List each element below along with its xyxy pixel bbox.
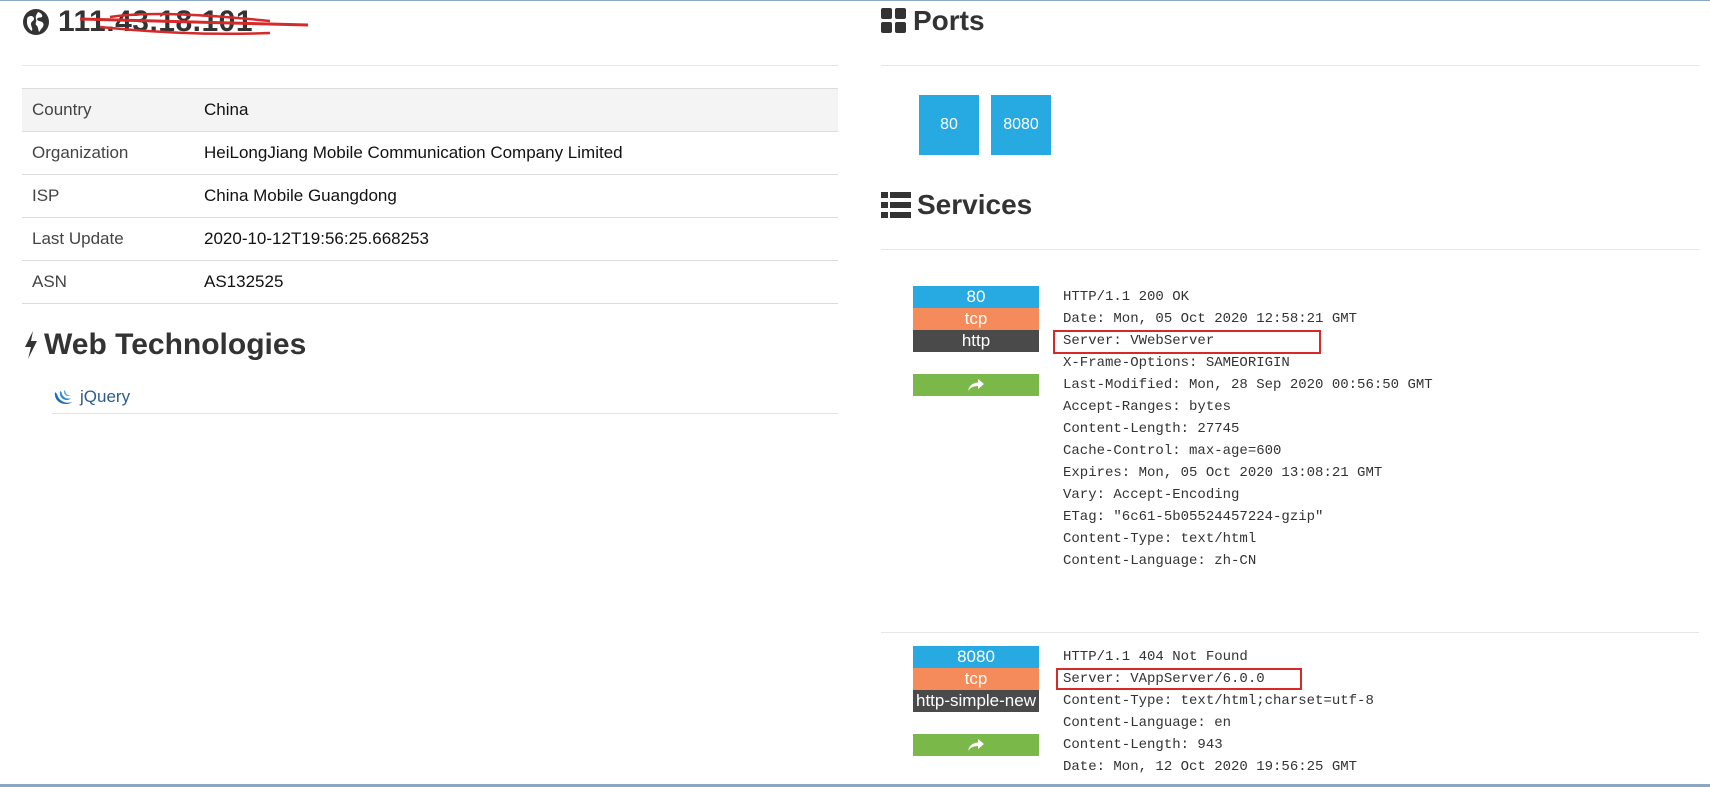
divider bbox=[881, 249, 1699, 250]
grid-icon bbox=[881, 8, 906, 33]
service-80-labels: 80 tcp http bbox=[913, 286, 1039, 396]
info-value: 2020-10-12T19:56:25.668253 bbox=[194, 217, 838, 261]
banner-line: X-Frame-Options: SAMEORIGIN bbox=[1063, 355, 1290, 371]
banner-line: Accept-Ranges: bytes bbox=[1063, 399, 1232, 415]
info-key: ISP bbox=[22, 174, 194, 218]
web-technologies-heading: Web Technologies bbox=[22, 325, 306, 365]
service-port-badge: 8080 bbox=[913, 646, 1039, 668]
list-icon bbox=[881, 192, 911, 218]
divider bbox=[881, 632, 1699, 633]
info-value: HeiLongJiang Mobile Communication Compan… bbox=[194, 131, 838, 175]
divider bbox=[22, 65, 838, 66]
table-row: Last Update 2020-10-12T19:56:25.668253 bbox=[22, 217, 838, 261]
info-key: Country bbox=[22, 88, 194, 132]
service-module-badge: http-simple-new bbox=[913, 690, 1039, 712]
banner-line: Date: Mon, 12 Oct 2020 19:56:25 GMT bbox=[1063, 759, 1358, 775]
ports-heading: Ports bbox=[881, 1, 985, 41]
info-key: ASN bbox=[22, 260, 194, 304]
share-button[interactable] bbox=[913, 374, 1039, 396]
info-key: Last Update bbox=[22, 217, 194, 261]
banner-line: Content-Language: zh-CN bbox=[1063, 553, 1257, 569]
banner-line: Vary: Accept-Encoding bbox=[1063, 487, 1240, 503]
banner-line: Last-Modified: Mon, 28 Sep 2020 00:56:50… bbox=[1063, 377, 1433, 393]
highlight-box bbox=[1053, 330, 1321, 354]
jquery-icon bbox=[54, 390, 72, 404]
banner-line: HTTP/1.1 404 Not Found bbox=[1063, 649, 1248, 665]
port-8080-button[interactable]: 8080 bbox=[991, 95, 1051, 155]
section-title: Web Technologies bbox=[44, 328, 307, 361]
banner-line: ETag: "6c61-5b05524457224-gzip" bbox=[1063, 509, 1324, 525]
table-row: Country China bbox=[22, 88, 838, 132]
section-title: Services bbox=[917, 189, 1033, 220]
bolt-icon bbox=[25, 331, 37, 359]
service-80-banner: HTTP/1.1 200 OK Date: Mon, 05 Oct 2020 1… bbox=[1063, 286, 1433, 572]
info-key: Organization bbox=[22, 131, 194, 175]
divider bbox=[881, 65, 1699, 66]
table-row: Organization HeiLongJiang Mobile Communi… bbox=[22, 131, 838, 175]
banner-line: Content-Type: text/html bbox=[1063, 531, 1257, 547]
share-button[interactable] bbox=[913, 734, 1039, 756]
banner-line: Content-Type: text/html;charset=utf-8 bbox=[1063, 693, 1374, 709]
info-value: China bbox=[194, 88, 838, 132]
banner-line: Content-Language: en bbox=[1063, 715, 1232, 731]
banner-line: Expires: Mon, 05 Oct 2020 13:08:21 GMT bbox=[1063, 465, 1383, 481]
host-info-table: Country China Organization HeiLongJiang … bbox=[22, 88, 838, 304]
service-port-badge: 80 bbox=[913, 286, 1039, 308]
ip-heading: 111.43.18.101 bbox=[22, 5, 253, 39]
service-transport-badge: tcp bbox=[913, 308, 1039, 330]
tech-item-jquery[interactable]: jQuery bbox=[52, 381, 838, 414]
banner-line: Content-Length: 943 bbox=[1063, 737, 1223, 753]
banner-line: Cache-Control: max-age=600 bbox=[1063, 443, 1282, 459]
service-transport-badge: tcp bbox=[913, 668, 1039, 690]
banner-line: Date: Mon, 05 Oct 2020 12:58:21 GMT bbox=[1063, 311, 1358, 327]
service-module-badge: http bbox=[913, 330, 1039, 352]
table-row: ISP China Mobile Guangdong bbox=[22, 174, 838, 218]
highlight-box bbox=[1056, 668, 1302, 690]
share-arrow-icon bbox=[968, 378, 984, 391]
service-8080-banner: HTTP/1.1 404 Not Found Server: VAppServe… bbox=[1063, 646, 1374, 778]
globe-icon bbox=[23, 9, 49, 35]
banner-line: HTTP/1.1 200 OK bbox=[1063, 289, 1190, 305]
ip-address: 111.43.18.101 bbox=[58, 5, 254, 38]
banner-line: Content-Length: 27745 bbox=[1063, 421, 1240, 437]
info-value: China Mobile Guangdong bbox=[194, 174, 838, 218]
info-value: AS132525 bbox=[194, 260, 838, 304]
section-title: Ports bbox=[913, 5, 985, 36]
share-arrow-icon bbox=[968, 738, 984, 751]
table-row: ASN AS132525 bbox=[22, 260, 838, 304]
port-80-button[interactable]: 80 bbox=[919, 95, 979, 155]
services-heading: Services bbox=[881, 185, 1032, 225]
service-8080-labels: 8080 tcp http-simple-new bbox=[913, 646, 1039, 756]
tech-name: jQuery bbox=[80, 387, 131, 406]
